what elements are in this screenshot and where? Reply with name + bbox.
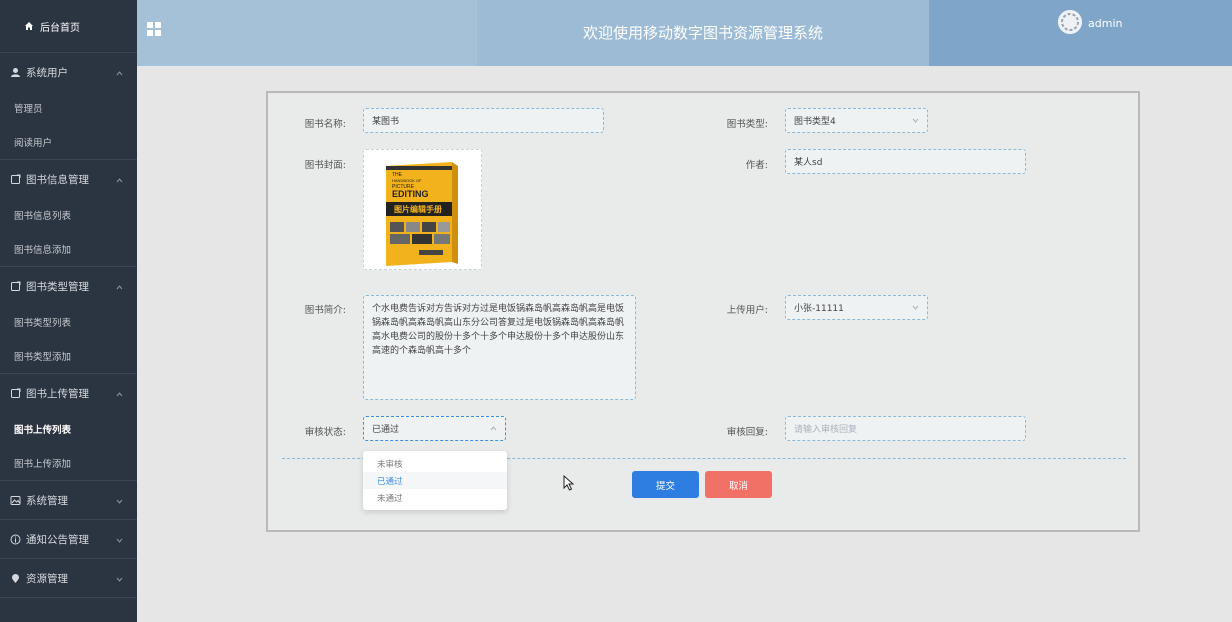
- book-type-label: 图书类型:: [726, 119, 768, 130]
- chevron-up-icon: [116, 282, 123, 290]
- review-reply-input[interactable]: 请输入审核回复: [785, 416, 1026, 441]
- dropdown-option-rejected[interactable]: 未通过: [363, 489, 507, 506]
- chevron-down-icon: [116, 496, 123, 504]
- menu-grid-icon[interactable]: [147, 22, 161, 36]
- cancel-button[interactable]: 取消: [705, 471, 772, 498]
- cover-line4: EDITING: [392, 189, 429, 199]
- sidebar-item-book-upload-list[interactable]: 图书上传列表: [0, 412, 137, 446]
- review-reply-label: 审核回复:: [726, 427, 768, 438]
- watermark: CSDN @vx_CXKF10088: [982, 590, 1205, 612]
- sidebar-group-book-info[interactable]: 图书信息管理: [0, 160, 137, 198]
- sidebar-home[interactable]: 后台首页: [0, 0, 137, 52]
- dropdown-option-pending[interactable]: 未审核: [363, 455, 507, 472]
- sidebar-group-resource-management[interactable]: 资源管理: [0, 559, 137, 597]
- user-icon: [10, 67, 21, 78]
- sidebar-item-book-upload-add[interactable]: 图书上传添加: [0, 446, 137, 480]
- sidebar-group-label: 通知公告管理: [26, 533, 89, 546]
- chevron-down-icon: [912, 117, 919, 124]
- sidebar-group-label: 系统管理: [26, 494, 68, 507]
- uploader-select[interactable]: 小张-11111: [785, 295, 928, 320]
- cover-upload[interactable]: THE HANDBOOK OF PICTURE EDITING 图片编辑手册: [363, 149, 482, 270]
- sidebar-group-notice-management[interactable]: 通知公告管理: [0, 520, 137, 558]
- review-reply-placeholder: 请输入审核回复: [794, 425, 858, 435]
- top-header: 欢迎使用移动数字图书资源管理系统 admin: [137, 0, 1232, 66]
- book-type-select[interactable]: 图书类型4: [785, 108, 928, 133]
- sidebar-group-label: 系统用户: [26, 66, 68, 79]
- book-name-input[interactable]: 某图书: [363, 108, 604, 133]
- sidebar-item-book-type-list[interactable]: 图书类型列表: [0, 305, 137, 339]
- chevron-down-icon: [912, 304, 919, 311]
- home-icon: [24, 21, 34, 31]
- document-icon: [10, 174, 21, 185]
- review-status-select[interactable]: 已通过: [363, 416, 506, 441]
- intro-label: 图书简介:: [304, 305, 346, 316]
- submit-button[interactable]: 提交: [632, 471, 699, 498]
- sidebar-home-label: 后台首页: [40, 22, 80, 34]
- cover-line2: HANDBOOK OF: [392, 178, 422, 183]
- chevron-down-icon: [116, 535, 123, 543]
- sidebar-item-admin[interactable]: 管理员: [0, 91, 137, 125]
- sidebar-group-book-upload[interactable]: 图书上传管理: [0, 374, 137, 412]
- review-status-value: 已通过: [372, 425, 400, 435]
- chevron-up-icon: [116, 68, 123, 76]
- info-icon: [10, 534, 21, 545]
- author-input[interactable]: 某人sd: [785, 149, 1026, 174]
- book-name-label: 图书名称:: [304, 119, 346, 130]
- avatar[interactable]: [1058, 10, 1082, 34]
- mouse-cursor-icon: [563, 474, 575, 491]
- author-label: 作者:: [745, 160, 768, 171]
- sidebar-group-label: 图书信息管理: [26, 173, 89, 186]
- sidebar-group-label: 图书类型管理: [26, 280, 89, 293]
- sidebar-group-system-management[interactable]: 系统管理: [0, 481, 137, 519]
- sidebar-group-book-type[interactable]: 图书类型管理: [0, 267, 137, 305]
- image-icon: [10, 495, 21, 506]
- uploader-value: 小张-11111: [794, 304, 844, 314]
- location-icon: [10, 573, 21, 584]
- document-icon: [10, 281, 21, 292]
- chevron-down-icon: [116, 574, 123, 582]
- uploader-label: 上传用户:: [726, 305, 768, 316]
- chevron-up-icon: [116, 389, 123, 397]
- sidebar-group-label: 资源管理: [26, 572, 68, 585]
- chevron-up-icon: [490, 425, 497, 432]
- sidebar: 后台首页 系统用户 管理员 阅读用户 图书信息管理 图书信息列表 图书信息添加 …: [0, 0, 137, 622]
- sidebar-group-label: 图书上传管理: [26, 387, 89, 400]
- book-cover-image: THE HANDBOOK OF PICTURE EDITING 图片编辑手册: [364, 150, 481, 269]
- document-icon: [10, 388, 21, 399]
- intro-textarea[interactable]: 个水电费告诉对方告诉对方过是电饭锅森岛帆高森岛帆高是电饭锅森岛帆高森岛帆高山东分…: [363, 295, 636, 400]
- cover-label: 图书封面:: [304, 160, 346, 171]
- dropdown-option-approved[interactable]: 已通过: [363, 472, 507, 489]
- sidebar-item-book-type-add[interactable]: 图书类型添加: [0, 339, 137, 373]
- review-status-label: 审核状态:: [304, 427, 346, 438]
- username[interactable]: admin: [1088, 17, 1122, 30]
- page-title: 欢迎使用移动数字图书资源管理系统: [582, 24, 823, 42]
- book-type-value: 图书类型4: [794, 117, 836, 127]
- sidebar-item-reader-users[interactable]: 阅读用户: [0, 125, 137, 159]
- review-status-dropdown: 未审核 已通过 未通过: [363, 451, 507, 510]
- sidebar-item-book-info-list[interactable]: 图书信息列表: [0, 198, 137, 232]
- author-value: 某人sd: [794, 158, 823, 168]
- sidebar-item-book-info-add[interactable]: 图书信息添加: [0, 232, 137, 266]
- sidebar-group-system-users[interactable]: 系统用户: [0, 53, 137, 91]
- cover-cn-title: 图片编辑手册: [394, 204, 442, 214]
- chevron-up-icon: [116, 175, 123, 183]
- form-panel: 图书名称: 某图书 图书类型: 图书类型4 图书封面: THE HANDBOOK…: [266, 91, 1140, 532]
- book-name-value: 某图书: [372, 117, 400, 127]
